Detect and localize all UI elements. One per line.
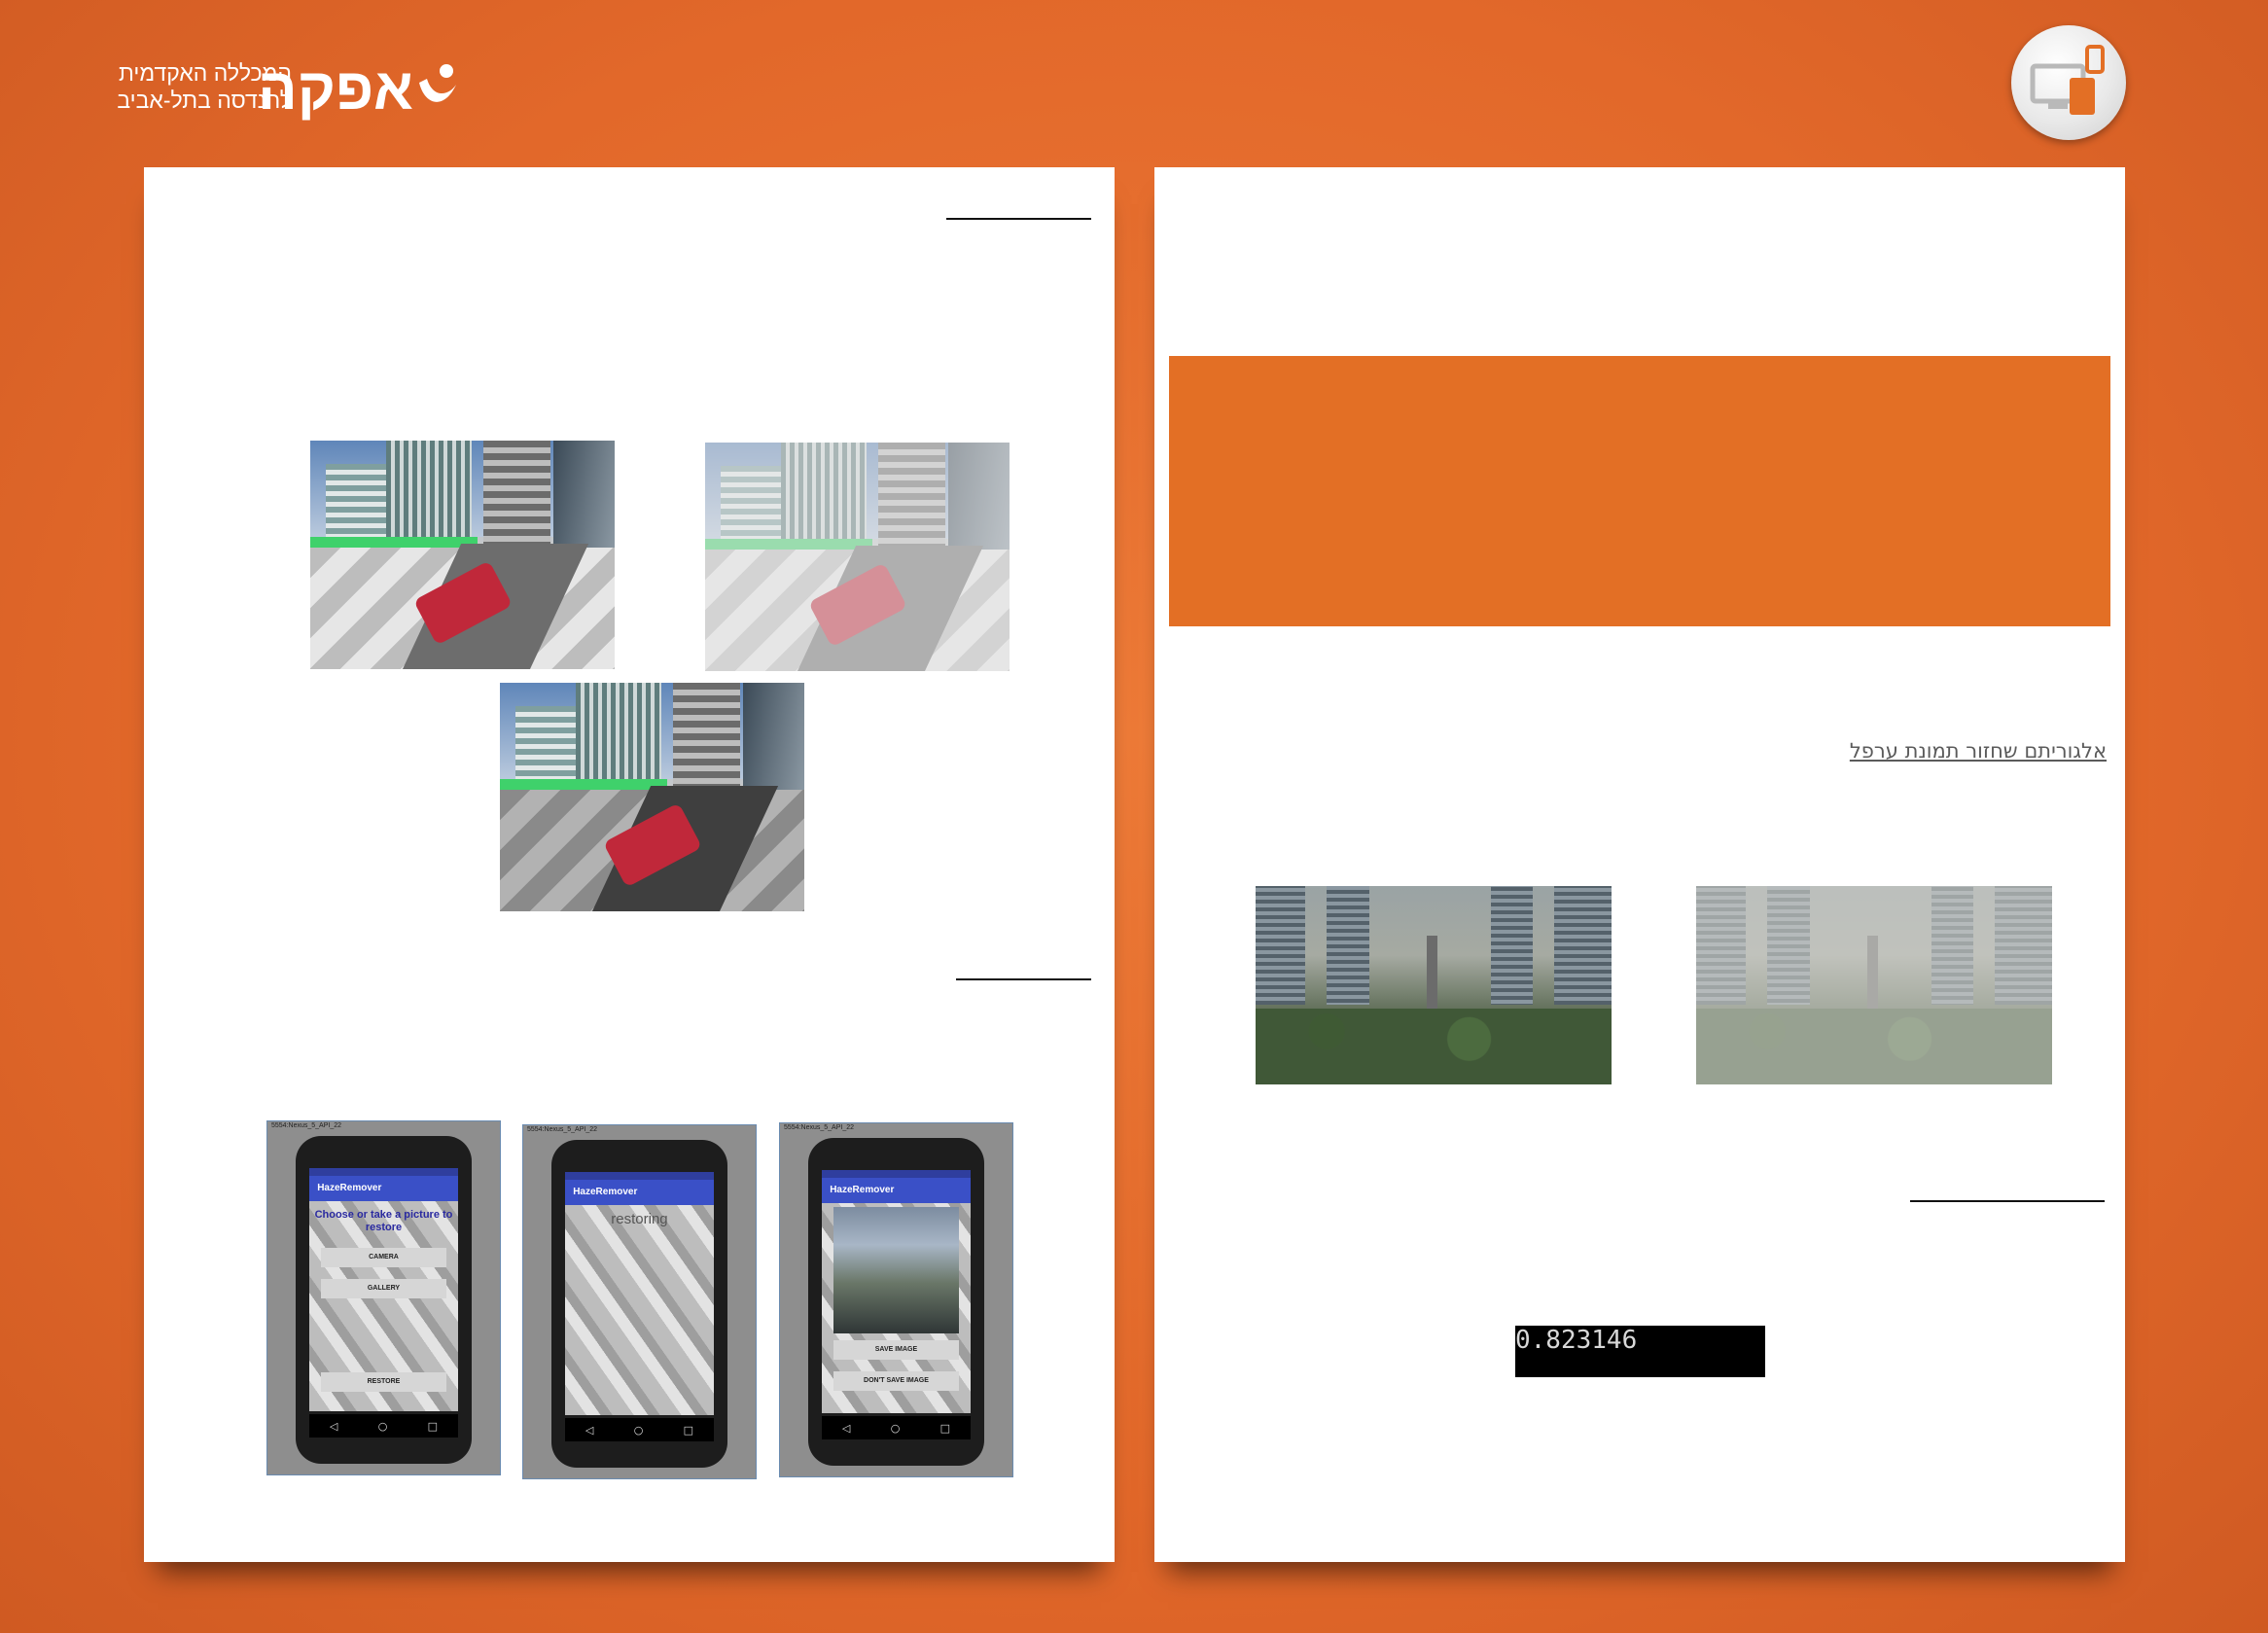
phone-body: HazeRemover Choose or take a picture to … <box>295 1135 473 1465</box>
scene-image-clear <box>310 441 615 669</box>
back-icon[interactable]: ◁ <box>330 1420 337 1433</box>
status-bar <box>309 1168 458 1177</box>
city-image-restored <box>1256 886 1612 1084</box>
choose-picture-heading: Choose or take a picture to restore <box>314 1209 453 1234</box>
phone-screen: HazeRemover restoring <box>565 1172 714 1416</box>
orange-banner <box>1169 356 2110 626</box>
phone-screenshot-save: 5554:Nexus_5_API_22 HazeRemover SAVE IMA… <box>779 1122 1013 1477</box>
logo-wordmark: אפקה <box>258 56 413 122</box>
camera-button[interactable]: CAMERA <box>321 1248 446 1268</box>
recent-apps-icon[interactable]: □ <box>428 1420 438 1433</box>
status-bar <box>565 1172 714 1181</box>
section-underline <box>956 978 1091 980</box>
emulator-title: 5554:Nexus_5_API_22 <box>527 1126 597 1133</box>
back-icon[interactable]: ◁ <box>585 1424 593 1437</box>
city-image-hazy <box>1696 886 2052 1084</box>
phone-screenshot-choose: 5554:Nexus_5_API_22 HazeRemover Choose o… <box>266 1120 501 1475</box>
app-title: HazeRemover <box>565 1180 714 1206</box>
gallery-button[interactable]: GALLERY <box>321 1279 446 1299</box>
nav-bar: ◁ ○ □ <box>309 1414 458 1438</box>
restoring-label: restoring <box>611 1211 668 1228</box>
scene-image-hazy <box>705 443 1010 671</box>
home-icon[interactable]: ○ <box>378 1420 388 1433</box>
recent-apps-icon[interactable]: □ <box>684 1424 693 1437</box>
phone-screen: HazeRemover Choose or take a picture to … <box>309 1168 458 1412</box>
home-icon[interactable]: ○ <box>891 1422 901 1435</box>
app-title: HazeRemover <box>309 1176 458 1202</box>
nav-bar: ◁ ○ □ <box>565 1418 714 1442</box>
home-icon[interactable]: ○ <box>634 1424 644 1437</box>
dont-save-image-button[interactable]: DON'T SAVE IMAGE <box>833 1371 959 1392</box>
scene-image-restored <box>500 683 804 911</box>
restored-photo <box>833 1207 959 1334</box>
devices-badge <box>2011 25 2126 140</box>
afeka-logo: המכללה האקדמית להנדסה בתל-אביב אפקה <box>117 53 467 131</box>
emulator-title: 5554:Nexus_5_API_22 <box>784 1124 854 1131</box>
recent-apps-icon[interactable]: □ <box>940 1422 950 1435</box>
phone-screenshot-restoring: 5554:Nexus_5_API_22 HazeRemover restorin… <box>522 1124 757 1479</box>
section-underline <box>946 218 1091 220</box>
section-underline <box>1910 1200 2105 1202</box>
metric-output: 0.823146 <box>1515 1326 1765 1377</box>
back-icon[interactable]: ◁ <box>842 1422 850 1435</box>
algorithm-link[interactable]: אלגוריתם שחזור תמונת ערפל <box>1634 739 2107 763</box>
restore-button[interactable]: RESTORE <box>321 1372 446 1393</box>
nav-bar: ◁ ○ □ <box>822 1416 971 1440</box>
phone-body: HazeRemover restoring ◁ ○ □ <box>550 1139 728 1469</box>
phone-body: HazeRemover SAVE IMAGE DON'T SAVE IMAGE … <box>807 1137 985 1467</box>
app-title: HazeRemover <box>822 1178 971 1204</box>
save-image-button[interactable]: SAVE IMAGE <box>833 1340 959 1361</box>
status-bar <box>822 1170 971 1179</box>
phone-screen: HazeRemover SAVE IMAGE DON'T SAVE IMAGE <box>822 1170 971 1414</box>
devices-icon <box>2030 45 2105 115</box>
logo-mark-icon <box>419 64 456 102</box>
emulator-title: 5554:Nexus_5_API_22 <box>271 1122 341 1129</box>
